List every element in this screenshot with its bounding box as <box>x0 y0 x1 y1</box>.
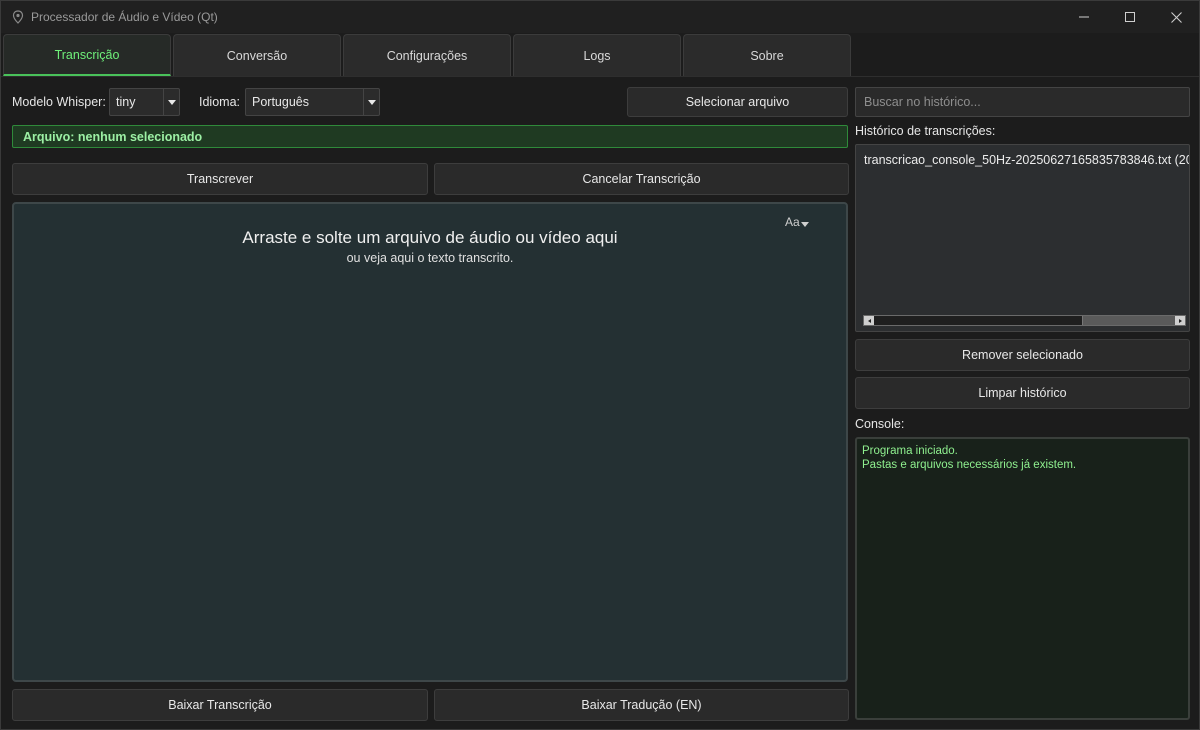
select-file-button[interactable]: Selecionar arquivo <box>627 87 848 117</box>
scroll-right-icon[interactable] <box>1175 316 1185 325</box>
remove-selected-button[interactable]: Remover selecionado <box>855 339 1190 371</box>
minimize-icon <box>1079 16 1089 18</box>
console-line: Pastas e arquivos necessários já existem… <box>862 459 1077 471</box>
tab-configuracoes[interactable]: Configurações <box>343 34 511 76</box>
language-select[interactable]: Português <box>245 88 380 116</box>
app-icon <box>11 10 25 24</box>
console-label: Console: <box>855 417 905 431</box>
history-list[interactable]: transcricao_console_50Hz-202506271658357… <box>855 144 1190 332</box>
font-size-button[interactable]: Aa <box>785 213 813 231</box>
transcript-drop-area[interactable]: Arraste e solte um arquivo de áudio ou v… <box>12 202 848 682</box>
file-status-bar: Arquivo: nenhum selecionado <box>12 125 848 148</box>
history-label: Histórico de transcrições: <box>855 124 996 138</box>
download-translation-button[interactable]: Baixar Tradução (EN) <box>434 689 849 721</box>
chevron-down-icon <box>163 89 179 115</box>
history-search-input[interactable]: Buscar no histórico... <box>855 87 1190 117</box>
model-select[interactable]: tiny <box>109 88 180 116</box>
transcribe-button[interactable]: Transcrever <box>12 163 428 195</box>
tab-transcricao[interactable]: Transcrição <box>3 34 171 76</box>
tab-logs[interactable]: Logs <box>513 34 681 76</box>
minimize-button[interactable] <box>1061 1 1107 33</box>
maximize-icon <box>1125 12 1135 22</box>
drop-area-title: Arraste e solte um arquivo de áudio ou v… <box>242 228 618 247</box>
close-icon <box>1170 11 1182 23</box>
console-line: Programa iniciado. <box>862 445 958 457</box>
tab-bar: Transcrição Conversão Configurações Logs… <box>1 33 1199 77</box>
language-select-value: Português <box>252 95 309 109</box>
chevron-down-icon <box>363 89 379 115</box>
close-button[interactable] <box>1153 1 1199 33</box>
model-label: Modelo Whisper: <box>12 95 106 109</box>
model-select-value: tiny <box>116 95 136 109</box>
tab-conversao[interactable]: Conversão <box>173 34 341 76</box>
history-search-placeholder: Buscar no histórico... <box>864 95 981 109</box>
download-transcription-button[interactable]: Baixar Transcrição <box>12 689 428 721</box>
horizontal-scrollbar[interactable] <box>863 315 1186 326</box>
scroll-left-icon[interactable] <box>864 316 874 325</box>
chevron-down-icon <box>800 221 809 227</box>
cancel-transcription-button[interactable]: Cancelar Transcrição <box>434 163 849 195</box>
window-controls <box>1061 1 1199 33</box>
title-bar: Processador de Áudio e Vídeo (Qt) <box>1 1 1199 33</box>
window-title: Processador de Áudio e Vídeo (Qt) <box>31 10 218 24</box>
maximize-button[interactable] <box>1107 1 1153 33</box>
history-item[interactable]: transcricao_console_50Hz-202506271658357… <box>864 153 1189 167</box>
scrollbar-thumb[interactable] <box>874 316 1083 325</box>
app-window: Processador de Áudio e Vídeo (Qt) Transc… <box>0 0 1200 730</box>
font-size-label: Aa <box>785 215 800 229</box>
tab-sobre[interactable]: Sobre <box>683 34 851 76</box>
drop-area-subtitle: ou veja aqui o texto transcrito. <box>346 251 514 265</box>
language-label: Idioma: <box>199 95 240 109</box>
console-output[interactable]: Programa iniciado. Pastas e arquivos nec… <box>855 437 1190 720</box>
clear-history-button[interactable]: Limpar histórico <box>855 377 1190 409</box>
